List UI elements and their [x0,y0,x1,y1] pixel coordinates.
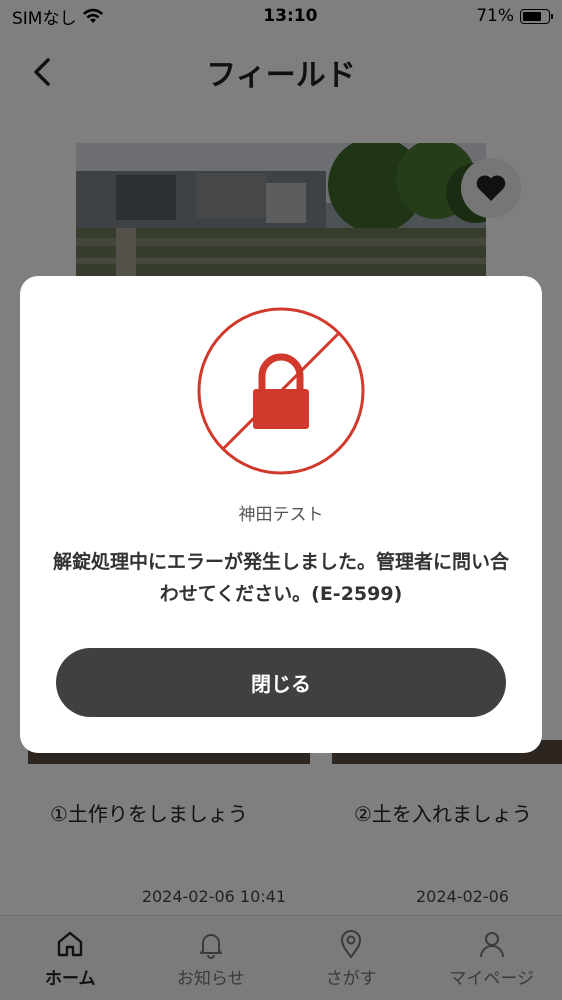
close-button[interactable]: 閉じる [56,648,506,717]
error-message: 解錠処理中にエラーが発生しました。管理者に問い合わせてください。(E-2599) [52,551,509,605]
lock-prohibited-icon [197,307,365,475]
facility-name: 神田テスト [238,505,324,525]
error-dialog: 神田テスト 解錠処理中にエラーが発生しました。管理者に問い合わせてください。(E… [20,276,542,753]
